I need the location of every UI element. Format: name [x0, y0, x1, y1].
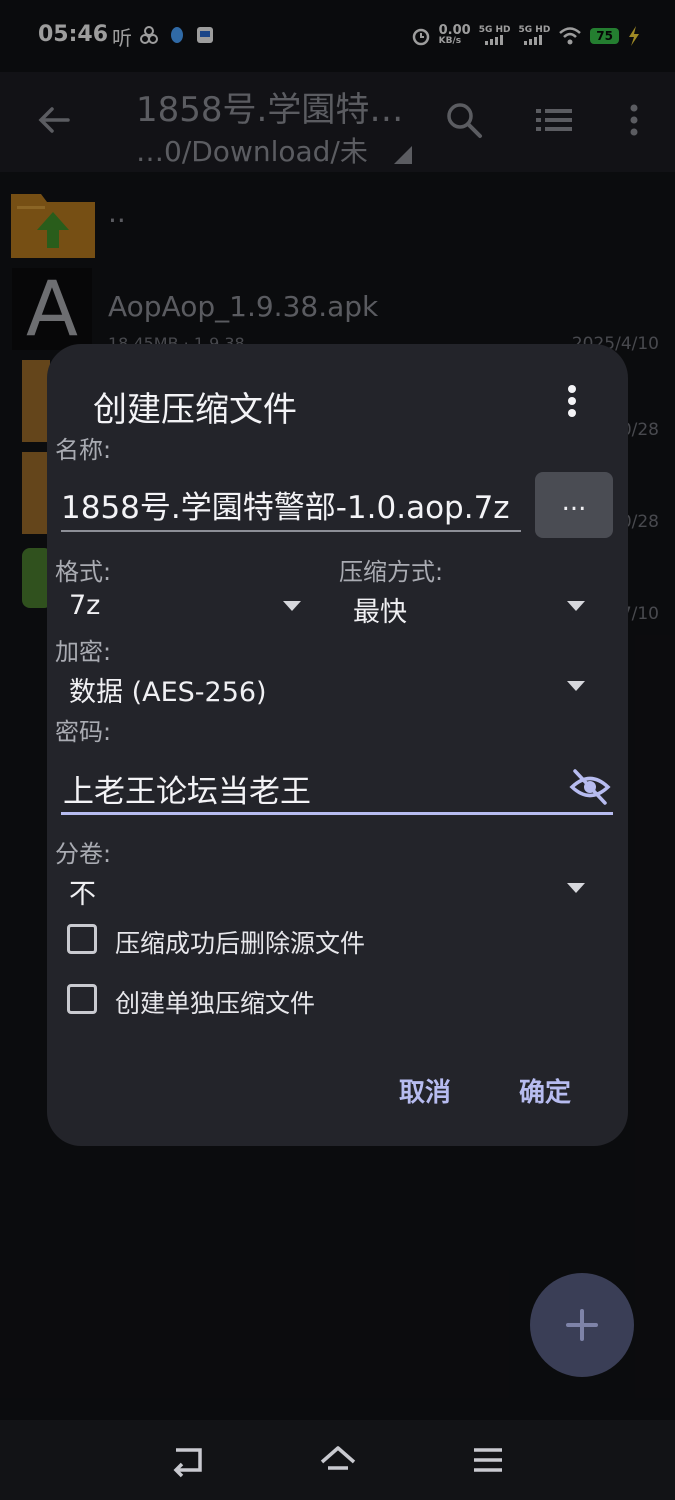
encryption-dropdown-icon[interactable] [567, 681, 585, 691]
dialog-title: 创建压缩文件 [93, 390, 297, 430]
name-label: 名称: [55, 436, 112, 464]
visibility-off-icon[interactable] [569, 766, 611, 808]
method-select[interactable]: 最快 [353, 590, 407, 629]
encryption-label: 加密: [55, 638, 112, 666]
separate-archives-label[interactable]: 创建单独压缩文件 [115, 984, 315, 1020]
browse-button[interactable]: ... [535, 472, 613, 538]
delete-source-checkbox[interactable] [67, 924, 97, 954]
password-label: 密码: [55, 718, 112, 746]
password-input[interactable]: 上老王论坛当老王 [61, 762, 613, 815]
split-dropdown-icon[interactable] [567, 883, 585, 893]
format-label: 格式: [55, 558, 112, 586]
dialog-more-icon[interactable] [566, 384, 578, 418]
system-nav-bar [0, 1420, 675, 1500]
encryption-select[interactable]: 数据 (AES-256) [69, 670, 267, 709]
add-fab[interactable] [530, 1273, 634, 1377]
ok-button[interactable]: 确定 [519, 1072, 571, 1109]
password-text: 上老王论坛当老王 [63, 774, 311, 810]
cancel-button[interactable]: 取消 [399, 1072, 451, 1109]
create-archive-dialog: 创建压缩文件 名称: 1858号.学園特警部-1.0.aop.7z ... 格式… [47, 344, 628, 1146]
method-dropdown-icon[interactable] [567, 601, 585, 611]
back-nav-icon[interactable] [168, 1440, 208, 1480]
home-nav-icon[interactable] [318, 1440, 358, 1480]
method-label: 压缩方式: [339, 558, 444, 586]
archive-name-input[interactable]: 1858号.学園特警部-1.0.aop.7z [61, 482, 521, 532]
recents-nav-icon[interactable] [468, 1440, 508, 1480]
split-label: 分卷: [55, 840, 112, 868]
plus-icon [566, 1309, 598, 1341]
format-dropdown-icon[interactable] [283, 601, 301, 611]
delete-source-label[interactable]: 压缩成功后删除源文件 [115, 924, 365, 960]
separate-archives-checkbox[interactable] [67, 984, 97, 1014]
format-select[interactable]: 7z [69, 590, 100, 621]
split-select[interactable]: 不 [69, 872, 96, 911]
